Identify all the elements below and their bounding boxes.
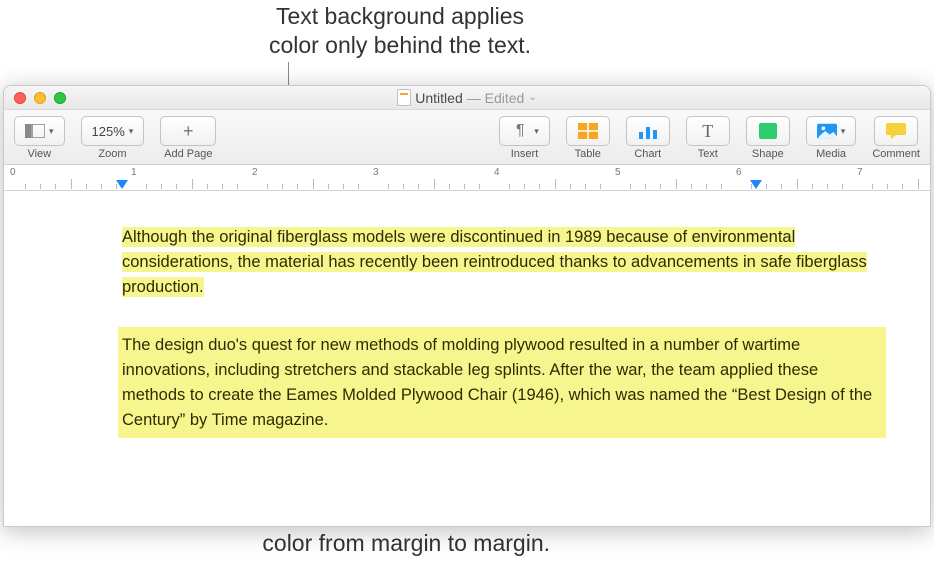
toolbar-view-group: ▾ View bbox=[14, 116, 65, 160]
chevron-down-icon: ▾ bbox=[841, 126, 846, 137]
ruler-number: 0 bbox=[10, 167, 16, 178]
ruler-number: 4 bbox=[494, 167, 500, 178]
ruler-number: 2 bbox=[252, 167, 258, 178]
toolbar-text-group: T Text bbox=[686, 116, 730, 160]
minimize-window-button[interactable] bbox=[34, 92, 46, 104]
chevron-down-icon: ⌄ bbox=[528, 92, 536, 103]
close-window-button[interactable] bbox=[14, 92, 26, 104]
document-name: Untitled bbox=[415, 90, 462, 106]
toolbar-add-page-group: + Add Page bbox=[160, 116, 216, 160]
callout-top-line2: color only behind the text. bbox=[200, 31, 600, 60]
chevron-down-icon: ▾ bbox=[534, 126, 539, 137]
paragraph-text-highlight[interactable]: Although the original fiberglass models … bbox=[122, 225, 886, 299]
table-button[interactable] bbox=[566, 116, 610, 146]
chart-label: Chart bbox=[634, 148, 661, 160]
paragraph2-text: The design duo's quest for new methods o… bbox=[122, 336, 872, 428]
view-icon bbox=[25, 122, 45, 140]
toolbar-comment-group: Comment bbox=[872, 116, 920, 160]
document-title[interactable]: Untitled — Edited ⌄ bbox=[4, 89, 930, 106]
shape-button[interactable] bbox=[746, 116, 790, 146]
text-icon: T bbox=[698, 122, 718, 140]
view-button[interactable]: ▾ bbox=[14, 116, 65, 146]
media-button[interactable]: ▾ bbox=[806, 116, 857, 146]
app-window: Untitled — Edited ⌄ ▾ View 125% ▾ Zoom bbox=[3, 85, 931, 527]
plus-icon: + bbox=[183, 121, 194, 142]
toolbar: ▾ View 125% ▾ Zoom + Add Page ¶ ▾ Insert bbox=[4, 110, 930, 165]
fullscreen-window-button[interactable] bbox=[54, 92, 66, 104]
toolbar-table-group: Table bbox=[566, 116, 610, 160]
document-icon bbox=[397, 89, 411, 106]
callout-top: Text background applies color only behin… bbox=[200, 2, 600, 60]
callout-bottom-line2: color from margin to margin. bbox=[150, 529, 550, 558]
window-controls bbox=[14, 92, 66, 104]
callout-top-line1: Text background applies bbox=[200, 2, 600, 31]
zoom-label: Zoom bbox=[98, 148, 126, 160]
ruler-number: 6 bbox=[736, 167, 742, 178]
toolbar-chart-group: Chart bbox=[626, 116, 670, 160]
zoom-value: 125% bbox=[92, 124, 125, 139]
ruler-number: 5 bbox=[615, 167, 621, 178]
zoom-button[interactable]: 125% ▾ bbox=[81, 116, 145, 146]
shape-label: Shape bbox=[752, 148, 784, 160]
toolbar-shape-group: Shape bbox=[746, 116, 790, 160]
comment-button[interactable] bbox=[874, 116, 918, 146]
paragraph1-text: Although the original fiberglass models … bbox=[122, 227, 867, 297]
add-page-label: Add Page bbox=[164, 148, 212, 160]
media-icon bbox=[817, 122, 837, 140]
view-label: View bbox=[27, 148, 51, 160]
insert-button[interactable]: ¶ ▾ bbox=[499, 116, 550, 146]
toolbar-media-group: ▾ Media bbox=[806, 116, 857, 160]
document-status: — Edited bbox=[467, 90, 525, 106]
insert-label: Insert bbox=[511, 148, 539, 160]
chart-button[interactable] bbox=[626, 116, 670, 146]
text-label: Text bbox=[698, 148, 718, 160]
toolbar-zoom-group: 125% ▾ Zoom bbox=[81, 116, 145, 160]
left-indent-marker[interactable] bbox=[116, 180, 128, 189]
titlebar: Untitled — Edited ⌄ bbox=[4, 86, 930, 110]
text-button[interactable]: T bbox=[686, 116, 730, 146]
chevron-down-icon: ▾ bbox=[49, 126, 54, 137]
ruler-number: 7 bbox=[857, 167, 863, 178]
ruler-number: 3 bbox=[373, 167, 379, 178]
add-page-button[interactable]: + bbox=[160, 116, 216, 146]
comment-icon bbox=[886, 122, 906, 140]
table-label: Table bbox=[575, 148, 601, 160]
shape-icon bbox=[758, 122, 778, 140]
right-indent-marker[interactable] bbox=[750, 180, 762, 189]
chevron-down-icon: ▾ bbox=[129, 126, 134, 137]
ruler[interactable]: 0 1 2 3 4 5 6 7 bbox=[4, 165, 930, 191]
media-label: Media bbox=[816, 148, 846, 160]
table-icon bbox=[578, 122, 598, 140]
comment-label: Comment bbox=[872, 148, 920, 160]
paragraph-block-highlight[interactable]: The design duo's quest for new methods o… bbox=[118, 327, 886, 438]
toolbar-insert-group: ¶ ▾ Insert bbox=[499, 116, 550, 160]
chart-icon bbox=[638, 122, 658, 140]
paragraph-icon: ¶ bbox=[510, 122, 530, 140]
ruler-number: 1 bbox=[131, 167, 137, 178]
document-body[interactable]: Although the original fiberglass models … bbox=[4, 191, 930, 526]
